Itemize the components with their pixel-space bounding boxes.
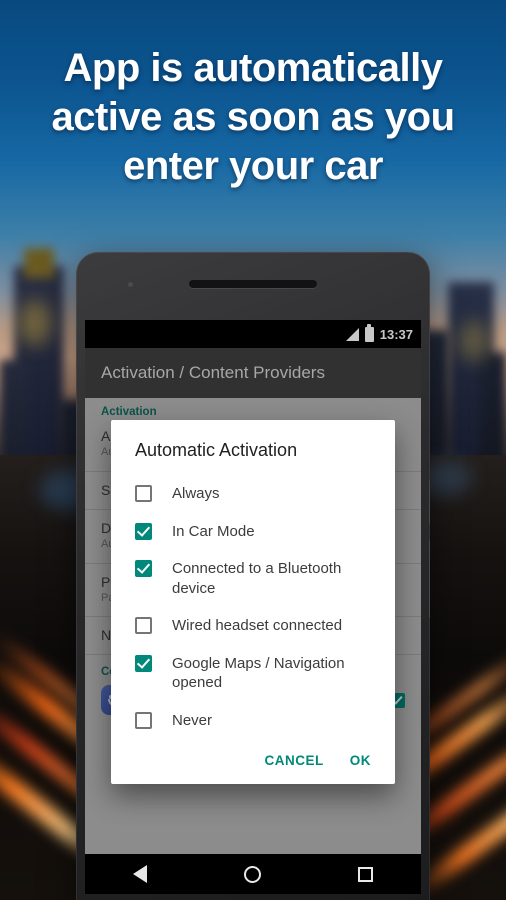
option-label: Connected to a Bluetooth device [172, 560, 342, 597]
power-button[interactable] [429, 540, 430, 618]
headline-text: App is automatically active as soon as y… [51, 46, 455, 188]
option-label: Wired headset connected [172, 617, 343, 634]
dialog-option-google-maps[interactable]: Google Maps / Navigation opened [111, 645, 395, 702]
skyline-tower-crown [24, 248, 54, 278]
dialog-option-always[interactable]: Always [111, 475, 395, 513]
phone-top-bezel [76, 252, 430, 320]
android-nav-bar [85, 854, 421, 894]
checkbox-checked-icon[interactable] [135, 560, 152, 577]
dialog-title: Automatic Activation [135, 440, 298, 460]
checkbox-unchecked-icon[interactable] [135, 485, 152, 502]
dialog-option-bluetooth[interactable]: Connected to a Bluetooth device [111, 550, 395, 607]
cancel-button[interactable]: CANCEL [265, 753, 324, 768]
option-label: Never [172, 711, 213, 729]
dialog-option-never[interactable]: Never [111, 702, 395, 740]
back-triangle-icon[interactable] [133, 865, 148, 883]
checkbox-unchecked-icon[interactable] [135, 711, 152, 729]
ok-button[interactable]: OK [350, 753, 371, 768]
home-circle-icon[interactable] [243, 865, 261, 883]
dialog-actions: CANCEL OK [111, 739, 395, 778]
building-light-glow [458, 320, 490, 362]
earpiece-speaker [189, 280, 317, 288]
phone-mockup: 13:37 Activation / Content Providers Act… [76, 252, 430, 900]
dialog-option-wired-headset[interactable]: Wired headset connected [111, 607, 395, 645]
automatic-activation-dialog: Automatic Activation Always In Car Mode … [111, 420, 395, 784]
phone-screen: 13:37 Activation / Content Providers Act… [85, 320, 421, 894]
checkbox-checked-icon[interactable] [135, 654, 152, 672]
building-light-glow [18, 300, 52, 346]
option-label: Google Maps / Navigation opened [172, 654, 345, 692]
dialog-option-in-car-mode[interactable]: In Car Mode [111, 513, 395, 551]
checkbox-checked-icon[interactable] [135, 522, 152, 540]
option-label: Always [172, 485, 220, 502]
checkbox-unchecked-icon[interactable] [135, 617, 152, 634]
option-label: In Car Mode [172, 522, 255, 540]
volume-button[interactable] [429, 480, 430, 524]
recents-square-icon[interactable] [357, 866, 373, 882]
front-camera-icon [128, 282, 133, 287]
